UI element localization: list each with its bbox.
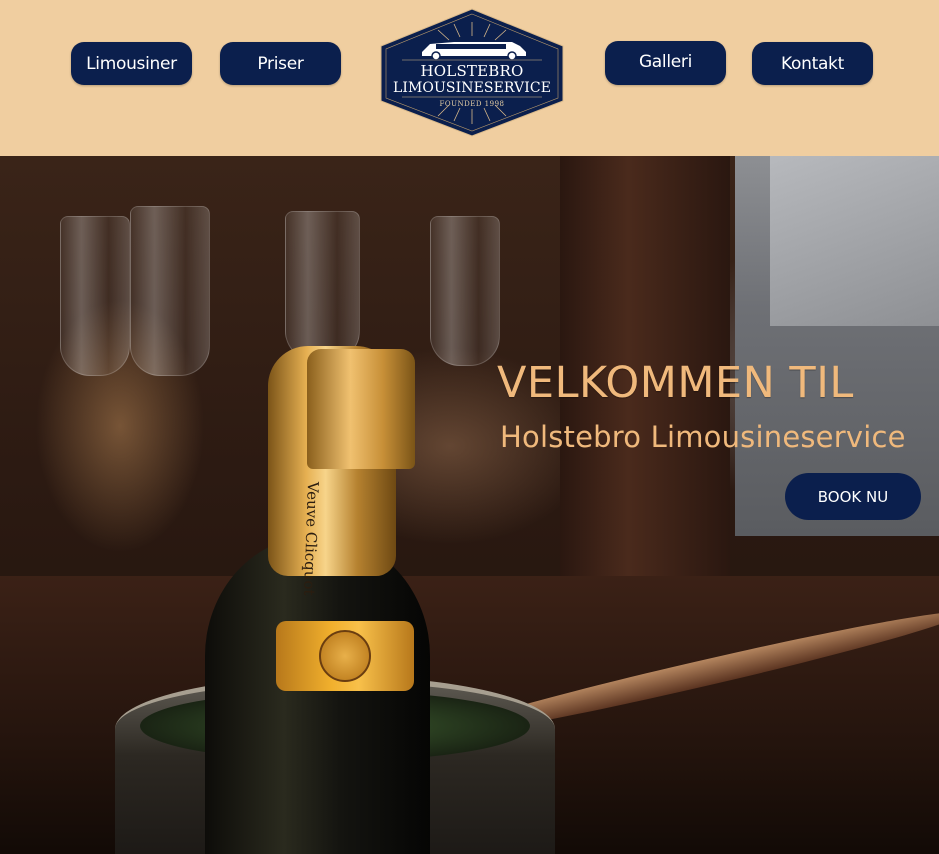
logo-title-line2: LIMOUSINESERVICE xyxy=(392,80,552,96)
site-logo[interactable]: HOLSTEBRO LIMOUSINESERVICE FOUNDED 1998 xyxy=(380,8,564,137)
book-now-button[interactable]: BOOK NU xyxy=(785,473,921,520)
logo-title-line1: HOLSTEBRO xyxy=(420,62,524,80)
nav-kontakt-button[interactable]: Kontakt xyxy=(752,42,873,85)
nav-galleri-button[interactable]: Galleri xyxy=(605,41,726,85)
logo-founded-text: FOUNDED 1998 xyxy=(439,100,505,108)
nav-limousiner-button[interactable]: Limousiner xyxy=(71,42,192,85)
bottle-seal-icon xyxy=(319,630,371,682)
nav-priser-button[interactable]: Priser xyxy=(220,42,341,85)
hero-subtitle: Holstebro Limousineservice xyxy=(500,420,906,454)
site-header: Limousiner Priser HOLSTEBRO LIMOUSINESER… xyxy=(0,0,939,156)
hero-title: VELKOMMEN TIL xyxy=(497,358,854,408)
